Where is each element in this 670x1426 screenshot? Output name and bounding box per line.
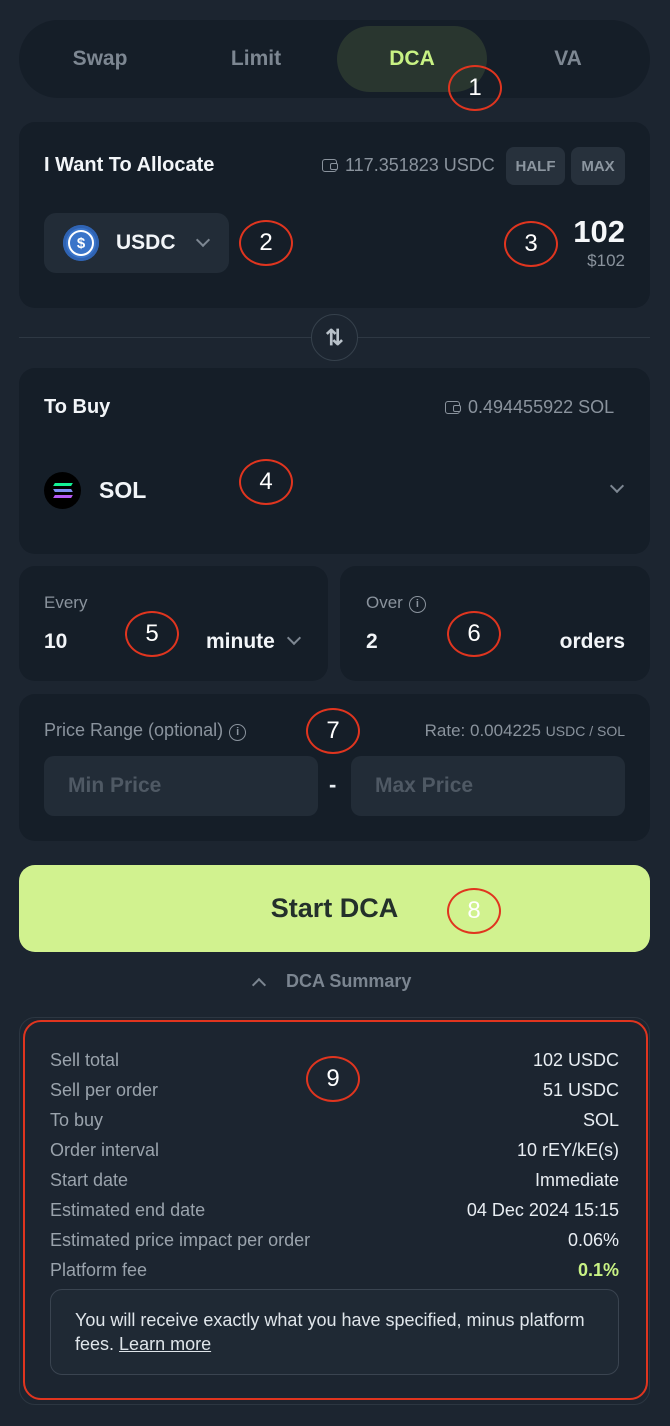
half-button[interactable]: HALF	[506, 147, 565, 185]
summary-label: Estimated price impact per order	[50, 1230, 311, 1250]
over-label: Over	[366, 593, 403, 612]
mode-tabs: Swap Limit DCA VA	[19, 20, 650, 98]
summary-label: To buy	[50, 1110, 104, 1130]
callout-badge: 1	[448, 65, 502, 111]
buy-card	[19, 368, 650, 554]
summary-note: You will receive exactly what you have s…	[50, 1289, 619, 1375]
range-separator: -	[329, 772, 337, 797]
interval-unit-select[interactable]: minute	[206, 630, 301, 654]
allocate-title: I Want To Allocate	[44, 154, 215, 176]
summary-row: Estimated end date 04 Dec 2024 15:15	[50, 1200, 619, 1221]
usdc-logo-icon: $	[63, 225, 99, 261]
swap-direction-icon[interactable]: ⇅	[311, 314, 358, 361]
sell-amount-input[interactable]: 102 $102	[573, 214, 625, 271]
summary-row: Order interval 10 rEY/kE(s)	[50, 1140, 619, 1161]
learn-more-link[interactable]: Learn more	[119, 1334, 211, 1354]
summary-label: Start date	[50, 1170, 129, 1190]
sell-token-selector[interactable]: $ USDC	[44, 213, 229, 273]
callout-badge: 2	[239, 220, 293, 266]
buy-token-symbol: SOL	[99, 476, 147, 503]
rate-value: Rate: 0.004225	[424, 721, 541, 740]
rate-unit: USDC / SOL	[545, 723, 625, 739]
summary-value: 0.06%	[567, 1230, 619, 1250]
price-range-label-wrap: Price Range (optional) i	[44, 720, 247, 741]
chevron-up-icon	[251, 977, 267, 992]
tab-va[interactable]: VA	[493, 26, 643, 92]
callout-badge: 6	[447, 611, 501, 657]
chevron-down-icon	[195, 232, 210, 250]
sell-amount-usd: $102	[587, 251, 625, 270]
platform-fee-value: 0.1%	[577, 1260, 619, 1280]
buy-balance-value: 0.494455922 SOL	[468, 397, 615, 417]
info-icon[interactable]: i	[408, 595, 426, 613]
allocate-balance-value: 117.351823 USDC	[345, 155, 495, 175]
start-dca-button[interactable]: Start DCA	[19, 865, 650, 952]
summary-label: Order interval	[50, 1140, 160, 1160]
sell-amount[interactable]: 102	[573, 214, 625, 250]
summary-row: Estimated price impact per order 0.06%	[50, 1230, 619, 1251]
callout-badge: 4	[239, 459, 293, 505]
min-price-input[interactable]: Min Price	[44, 756, 318, 816]
summary-label: Sell total	[50, 1050, 120, 1070]
summary-row: To buy SOL	[50, 1110, 619, 1131]
every-value-input[interactable]: 10	[44, 630, 67, 654]
dca-summary-label: DCA Summary	[286, 971, 412, 991]
callout-badge: 9	[306, 1056, 360, 1102]
summary-value: 10 rEY/kE(s)	[516, 1140, 619, 1160]
callout-badge: 3	[504, 221, 558, 267]
summary-value: 04 Dec 2024 15:15	[466, 1200, 619, 1220]
sell-token-symbol: USDC	[116, 231, 176, 254]
info-icon[interactable]: i	[229, 723, 247, 741]
orders-unit: orders	[559, 630, 625, 653]
summary-value: Immediate	[534, 1170, 619, 1190]
summary-label: Platform fee	[50, 1260, 148, 1280]
wallet-icon	[322, 159, 338, 172]
price-range-label: Price Range (optional)	[44, 720, 224, 740]
max-button[interactable]: MAX	[571, 147, 625, 185]
orders-count-input[interactable]: 2	[366, 630, 378, 654]
tab-limit[interactable]: Limit	[181, 26, 331, 92]
wallet-icon	[445, 401, 461, 414]
summary-label: Estimated end date	[50, 1200, 206, 1220]
rate-display: Rate: 0.004225 USDC / SOL	[425, 721, 625, 741]
callout-badge: 7	[306, 708, 360, 754]
every-label: Every	[44, 593, 88, 612]
allocate-balance: 117.351823 USDC	[322, 155, 495, 176]
over-label-wrap: Over i	[366, 593, 426, 613]
summary-row: Start date Immediate	[50, 1170, 619, 1191]
summary-row: Platform fee 0.1%	[50, 1260, 619, 1281]
buy-token-selector[interactable]: SOL	[44, 470, 626, 510]
summary-value: 102 USDC	[532, 1050, 619, 1070]
solana-logo-icon	[44, 471, 81, 509]
buy-balance: 0.494455922 SOL	[445, 397, 614, 418]
summary-label: Sell per order	[50, 1080, 159, 1100]
interval-unit: minute	[206, 630, 275, 653]
max-price-input[interactable]: Max Price	[351, 756, 625, 816]
summary-value: 51 USDC	[542, 1080, 619, 1100]
summary-value: SOL	[582, 1110, 619, 1130]
callout-badge: 5	[125, 611, 179, 657]
chevron-down-icon	[286, 630, 301, 648]
buy-title: To Buy	[44, 396, 111, 418]
dca-summary-toggle[interactable]: DCA Summary	[251, 971, 412, 992]
tab-swap[interactable]: Swap	[25, 26, 175, 92]
chevron-down-icon	[609, 478, 625, 496]
callout-badge: 8	[447, 888, 501, 934]
